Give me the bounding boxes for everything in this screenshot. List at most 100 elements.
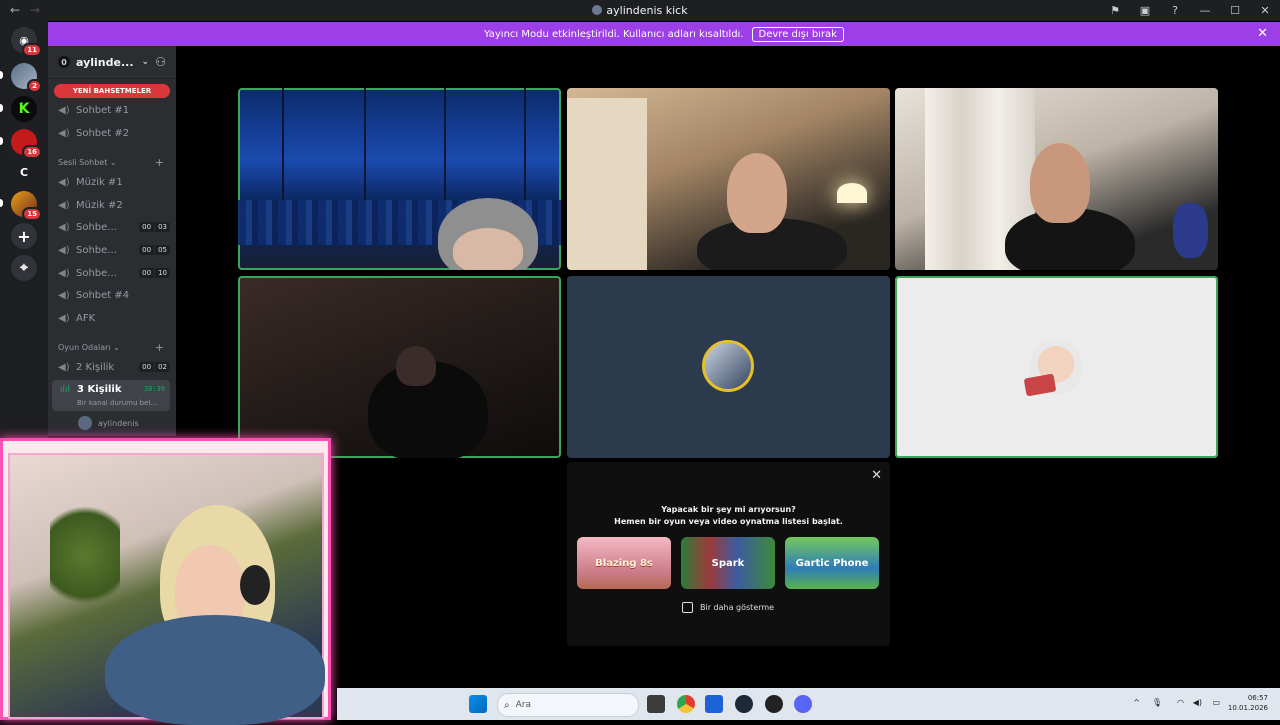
- video-tile-3[interactable]: [895, 88, 1218, 270]
- banner-text: Yayıncı Modu etkinleştirildi. Kullanıcı …: [484, 28, 744, 40]
- dont-show-again-checkbox[interactable]: Bir daha gösterme: [682, 602, 774, 613]
- mic-icon[interactable]: 🎙: [1152, 698, 1162, 707]
- channel-voice-sohbet-4[interactable]: ◀) Sohbet #4: [58, 286, 170, 304]
- app-icon[interactable]: [765, 695, 783, 713]
- user-limit-badge: 00 02: [139, 362, 170, 372]
- activity-prompt: ✕ Yapacak bir şey mi arıyorsun? Hemen bi…: [567, 462, 890, 646]
- video-tile-4[interactable]: [238, 276, 561, 458]
- channel-list: 0 aylinde... ⌄ ⚇ YENİ BAHSETMELER ◀) Sohb…: [48, 46, 176, 436]
- unread-pill: [0, 71, 3, 79]
- speaker-icon: ◀): [58, 312, 70, 324]
- status-count: 0: [58, 56, 70, 68]
- flag-icon[interactable]: ⚑: [1100, 4, 1130, 17]
- user-limit-badge: 00 03: [139, 222, 170, 232]
- server-game-icon[interactable]: 15: [11, 191, 42, 221]
- avatar: [702, 340, 754, 392]
- speaker-icon: ◀): [58, 221, 70, 233]
- window-title: aylindenis kick: [0, 4, 1280, 17]
- server-avatar-icon[interactable]: 2: [11, 63, 42, 93]
- user-limit-badge: 00 10: [139, 268, 170, 278]
- wifi-icon[interactable]: ◠: [1177, 698, 1184, 707]
- user-limit-badge: 00 05: [139, 245, 170, 255]
- channel-voice-3[interactable]: ◀) Sohbe... 00 03: [58, 218, 170, 236]
- headphones-icon: [240, 565, 270, 605]
- channel-voice-music-2[interactable]: ◀) Müzik #2: [58, 196, 170, 214]
- chrome-icon[interactable]: [677, 695, 695, 713]
- new-mentions-pill[interactable]: YENİ BAHSETMELER: [54, 84, 170, 98]
- active-voice-channel[interactable]: ılıl 3 Kişilik 38:39 Bir kanal durumu be…: [52, 380, 170, 411]
- prompt-subtitle: Hemen bir oyun veya video oynatma listes…: [614, 517, 843, 526]
- unread-pill: [0, 104, 3, 112]
- clock[interactable]: 06:57 10.01.2026: [1228, 693, 1268, 713]
- channel-text-2[interactable]: ◀) Sohbet #2: [58, 124, 170, 142]
- channel-voice-4[interactable]: ◀) Sohbe... 00 05: [58, 241, 170, 259]
- call-timer: 38:39: [143, 385, 165, 393]
- close-window-icon[interactable]: ✕: [1250, 4, 1280, 17]
- close-icon[interactable]: ✕: [871, 468, 882, 483]
- chevron-down-icon: ⌄: [141, 57, 150, 67]
- voice-activity-icon: ılıl: [60, 385, 71, 395]
- video-tile-6[interactable]: [895, 276, 1218, 458]
- webcam-frame: [8, 453, 325, 725]
- prompt-title: Yapacak bir şey mi arıyorsun?: [661, 505, 796, 514]
- chevron-up-icon[interactable]: ^: [1133, 698, 1140, 707]
- channel-status[interactable]: Bir kanal durumu bel...: [77, 399, 157, 407]
- invite-member-icon[interactable]: ⚇: [155, 55, 166, 69]
- title-bar-icons: ⚑ ▣ ? — ☐ ✕: [1100, 0, 1280, 21]
- avatar: [78, 416, 92, 430]
- server-header[interactable]: 0 aylinde... ⌄ ⚇: [48, 46, 176, 79]
- screen-icon[interactable]: ▣: [1130, 4, 1160, 17]
- help-icon[interactable]: ?: [1160, 4, 1190, 17]
- channel-game-2[interactable]: ◀) 2 Kişilik 00 02: [58, 358, 170, 376]
- channel-voice-afk[interactable]: ◀) AFK: [58, 309, 170, 327]
- minimize-icon[interactable]: —: [1190, 4, 1220, 17]
- checkbox-icon: [682, 602, 693, 613]
- maximize-icon[interactable]: ☐: [1220, 4, 1250, 17]
- disable-streamer-mode-button[interactable]: Devre dışı bırak: [751, 26, 844, 42]
- store-icon[interactable]: [705, 695, 723, 713]
- add-channel-icon[interactable]: +: [155, 341, 164, 354]
- search-icon: ⌕: [504, 699, 510, 711]
- speaker-icon: ◀): [58, 244, 70, 256]
- streamer-webcam-overlay: [0, 438, 331, 725]
- volume-icon[interactable]: ◀): [1193, 698, 1202, 707]
- server-c-icon[interactable]: C: [11, 159, 37, 185]
- category-game-rooms[interactable]: Oyun Odaları ⌄: [58, 343, 120, 352]
- channel-voice-5[interactable]: ◀) Sohbe... 00 10: [58, 264, 170, 282]
- video-tile-1[interactable]: [238, 88, 561, 270]
- server-red-icon[interactable]: 16: [11, 129, 42, 159]
- channel-text-1[interactable]: ◀) Sohbet #1: [58, 101, 170, 119]
- speaker-icon: ◀): [58, 267, 70, 279]
- vase: [1173, 203, 1208, 258]
- add-server-icon[interactable]: +: [11, 223, 37, 249]
- channel-voice-music-1[interactable]: ◀) Müzik #1: [58, 173, 170, 191]
- speaker-icon: ◀): [58, 176, 70, 188]
- speaker-icon: ◀): [58, 199, 70, 211]
- task-view-icon[interactable]: [647, 695, 665, 713]
- video-tile-5[interactable]: [567, 276, 890, 458]
- steam-icon[interactable]: [735, 695, 753, 713]
- speaker-icon: ◀): [58, 127, 70, 139]
- speaker-icon: ◀): [58, 289, 70, 301]
- speaker-icon: ◀): [58, 104, 70, 116]
- lamp: [837, 183, 867, 203]
- kick-logo-icon[interactable]: K: [11, 96, 37, 122]
- title-bar: ← → aylindenis kick ⚑ ▣ ? — ☐ ✕: [0, 0, 1280, 21]
- close-banner-icon[interactable]: ✕: [1257, 26, 1268, 41]
- activity-blazing-8s[interactable]: Blazing 8s: [577, 537, 671, 589]
- windows-start-icon[interactable]: [469, 695, 487, 713]
- unread-pill: [0, 199, 3, 207]
- voice-member[interactable]: aylindenis: [78, 416, 139, 430]
- video-tile-2[interactable]: [567, 88, 890, 270]
- battery-icon[interactable]: ▭: [1212, 698, 1220, 707]
- server-name: aylinde...: [76, 55, 134, 69]
- activity-gartic-phone[interactable]: Gartic Phone: [785, 537, 879, 589]
- category-voice[interactable]: Sesli Sohbet ⌄: [58, 158, 117, 167]
- discord-icon[interactable]: [794, 695, 812, 713]
- streamer-mode-banner: Yayıncı Modu etkinleştirildi. Kullanıcı …: [48, 22, 1280, 46]
- activity-spark[interactable]: Spark: [681, 537, 775, 589]
- taskbar-search[interactable]: ⌕ Ara: [497, 693, 639, 717]
- discord-home-icon[interactable]: ◉ 11: [11, 27, 42, 57]
- add-channel-icon[interactable]: +: [155, 156, 164, 169]
- discover-icon[interactable]: ⌖: [11, 255, 37, 281]
